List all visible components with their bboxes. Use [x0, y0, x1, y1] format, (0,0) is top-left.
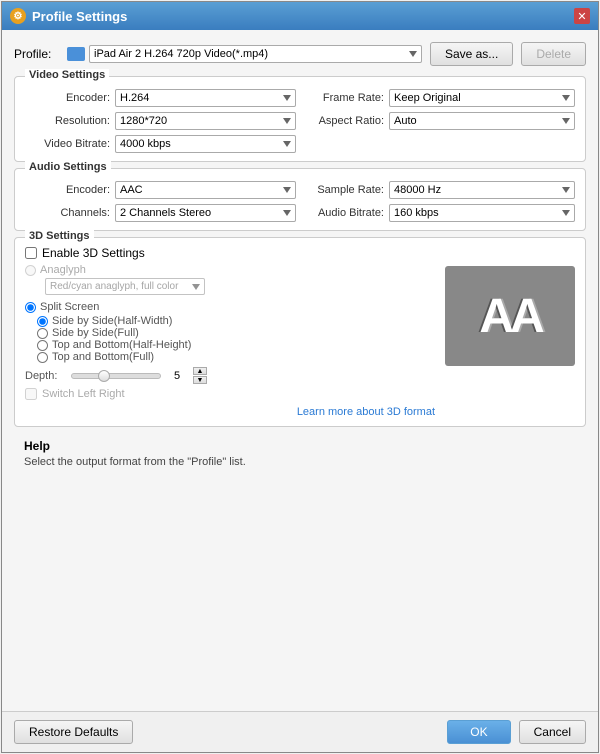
3d-settings-title: 3D Settings — [25, 230, 94, 242]
top-bottom-full-label: Top and Bottom(Full) — [52, 351, 154, 363]
preview-text: AA — [479, 289, 540, 344]
3d-settings-section: 3D Settings Enable 3D Settings Anaglyph … — [14, 237, 586, 427]
audio-bitrate-label: Audio Bitrate: — [304, 207, 384, 219]
enable-3d-row: Enable 3D Settings — [25, 246, 435, 260]
video-settings-inner: Encoder: H.264 Frame Rate: Keep Original — [25, 89, 575, 153]
audio-encoder-row: Encoder: AAC — [25, 181, 296, 199]
resolution-label: Resolution: — [25, 115, 110, 127]
encoder-label: Encoder: — [25, 92, 110, 104]
depth-slider-thumb[interactable] — [98, 370, 110, 382]
cancel-button[interactable]: Cancel — [519, 720, 586, 744]
side-by-side-half-row: Side by Side(Half-Width) — [37, 315, 435, 327]
anaglyph-select[interactable]: Red/cyan anaglyph, full color — [45, 278, 205, 295]
main-content: Profile: iPad Air 2 H.264 720p Video(*.m… — [2, 30, 598, 711]
help-text: Select the output format from the "Profi… — [24, 456, 576, 468]
enable-3d-label: Enable 3D Settings — [42, 246, 145, 260]
split-screen-label: Split Screen — [40, 301, 99, 313]
top-bottom-half-label: Top and Bottom(Half-Height) — [52, 339, 191, 351]
split-screen-radio[interactable] — [25, 302, 36, 313]
side-by-side-full-radio[interactable] — [37, 328, 48, 339]
profile-icon — [67, 47, 85, 61]
encoder-row: Encoder: H.264 — [25, 89, 296, 107]
footer: Restore Defaults OK Cancel — [2, 711, 598, 752]
resolution-select[interactable]: 1280*720 — [115, 112, 296, 130]
delete-button[interactable]: Delete — [521, 42, 586, 66]
app-icon: ⚙ — [10, 8, 26, 24]
window-title: Profile Settings — [32, 9, 574, 24]
side-by-side-half-radio[interactable] — [37, 316, 48, 327]
audio-bitrate-row: Audio Bitrate: 160 kbps — [304, 204, 575, 222]
video-form-grid: Encoder: H.264 Frame Rate: Keep Original — [25, 89, 575, 153]
depth-increment-button[interactable]: ▲ — [193, 367, 207, 375]
3d-preview-panel: AA — [445, 246, 575, 418]
video-bitrate-select[interactable]: 4000 kbps — [115, 135, 296, 153]
side-by-side-half-label: Side by Side(Half-Width) — [52, 315, 172, 327]
frame-rate-select[interactable]: Keep Original — [389, 89, 575, 107]
aspect-ratio-row: Aspect Ratio: Auto — [304, 112, 575, 130]
audio-settings-inner: Encoder: AAC Sample Rate: 48000 Hz Chann… — [25, 181, 575, 222]
channels-row: Channels: 2 Channels Stereo — [25, 204, 296, 222]
enable-3d-checkbox[interactable] — [25, 247, 37, 259]
channels-select[interactable]: 2 Channels Stereo — [115, 204, 296, 222]
audio-encoder-label: Encoder: — [25, 184, 110, 196]
aspect-ratio-label: Aspect Ratio: — [304, 115, 384, 127]
3d-settings-left: Enable 3D Settings Anaglyph Red/cyan ana… — [25, 246, 435, 418]
profile-label: Profile: — [14, 47, 59, 61]
audio-settings-section: Audio Settings Encoder: AAC Sample Rate:… — [14, 168, 586, 231]
depth-row: Depth: 5 ▲ ▼ — [25, 367, 435, 384]
video-bitrate-label: Video Bitrate: — [25, 138, 110, 150]
switch-left-right-label: Switch Left Right — [42, 388, 125, 400]
3d-mode-group: Anaglyph Red/cyan anaglyph, full color S… — [25, 264, 435, 363]
profile-row: Profile: iPad Air 2 H.264 720p Video(*.m… — [14, 38, 586, 70]
top-bottom-half-row: Top and Bottom(Half-Height) — [37, 339, 435, 351]
anaglyph-row: Anaglyph — [25, 264, 435, 276]
sample-rate-row: Sample Rate: 48000 Hz — [304, 181, 575, 199]
restore-defaults-button[interactable]: Restore Defaults — [14, 720, 133, 744]
depth-spinner: ▲ ▼ — [193, 367, 207, 384]
save-as-button[interactable]: Save as... — [430, 42, 513, 66]
depth-label: Depth: — [25, 370, 65, 382]
sample-rate-label: Sample Rate: — [304, 184, 384, 196]
video-bitrate-row: Video Bitrate: 4000 kbps — [25, 135, 296, 153]
depth-value: 5 — [167, 370, 187, 382]
aspect-ratio-select[interactable]: Auto — [389, 112, 575, 130]
anaglyph-radio[interactable] — [25, 265, 36, 276]
channels-label: Channels: — [25, 207, 110, 219]
depth-decrement-button[interactable]: ▼ — [193, 376, 207, 384]
audio-encoder-select[interactable]: AAC — [115, 181, 296, 199]
close-button[interactable]: ✕ — [574, 8, 590, 24]
depth-slider-track — [71, 373, 161, 379]
split-screen-row: Split Screen — [25, 301, 435, 313]
audio-settings-title: Audio Settings — [25, 161, 111, 173]
video-settings-section: Video Settings Encoder: H.264 Frame Rate… — [14, 76, 586, 162]
top-bottom-half-radio[interactable] — [37, 340, 48, 351]
split-screen-options: Side by Side(Half-Width) Side by Side(Fu… — [25, 315, 435, 363]
encoder-select[interactable]: H.264 — [115, 89, 296, 107]
top-bottom-full-radio[interactable] — [37, 352, 48, 363]
frame-rate-row: Frame Rate: Keep Original — [304, 89, 575, 107]
top-bottom-full-row: Top and Bottom(Full) — [37, 351, 435, 363]
audio-bitrate-select[interactable]: 160 kbps — [389, 204, 575, 222]
profile-select[interactable]: iPad Air 2 H.264 720p Video(*.mp4) — [89, 45, 422, 63]
sample-rate-select[interactable]: 48000 Hz — [389, 181, 575, 199]
help-title: Help — [24, 439, 576, 453]
ok-button[interactable]: OK — [447, 720, 510, 744]
side-by-side-full-row: Side by Side(Full) — [37, 327, 435, 339]
profile-settings-window: ⚙ Profile Settings ✕ Profile: iPad Air 2… — [1, 1, 599, 753]
anaglyph-label: Anaglyph — [40, 264, 86, 276]
help-section: Help Select the output format from the "… — [14, 433, 586, 474]
learn-more-row: Learn more about 3D format — [25, 404, 435, 418]
side-by-side-full-label: Side by Side(Full) — [52, 327, 139, 339]
footer-right: OK Cancel — [447, 720, 586, 744]
3d-preview-box: AA — [445, 266, 575, 366]
audio-form-grid: Encoder: AAC Sample Rate: 48000 Hz Chann… — [25, 181, 575, 222]
switch-left-right-row: Switch Left Right — [25, 388, 435, 400]
learn-more-link[interactable]: Learn more about 3D format — [297, 406, 435, 418]
video-settings-title: Video Settings — [25, 69, 109, 81]
resolution-row: Resolution: 1280*720 — [25, 112, 296, 130]
profile-select-wrapper: iPad Air 2 H.264 720p Video(*.mp4) — [67, 45, 422, 63]
titlebar: ⚙ Profile Settings ✕ — [2, 2, 598, 30]
frame-rate-label: Frame Rate: — [304, 92, 384, 104]
switch-left-right-checkbox[interactable] — [25, 388, 37, 400]
